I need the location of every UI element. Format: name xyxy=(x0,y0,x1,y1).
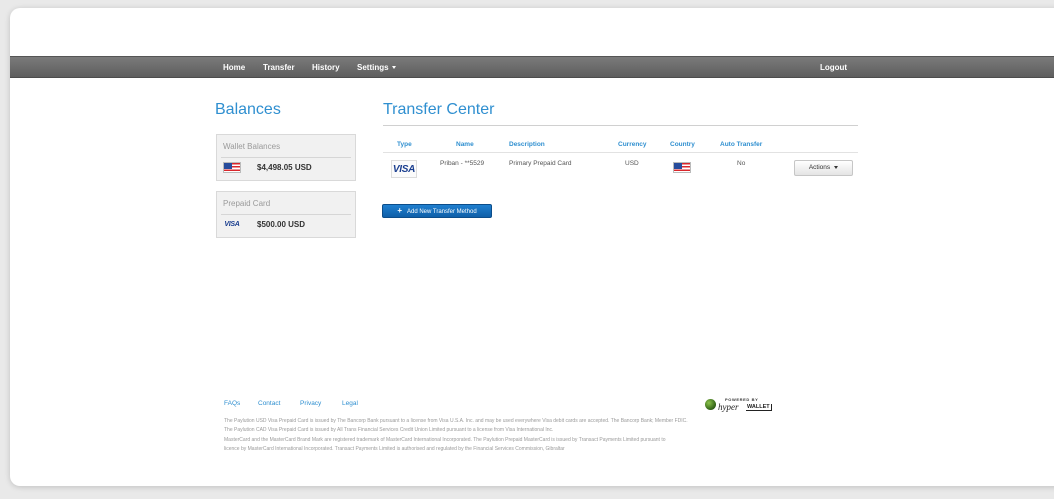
actions-label: Actions xyxy=(808,164,831,171)
transfer-method-currency: USD xyxy=(625,160,639,167)
caret-down-icon xyxy=(834,165,839,169)
plus-icon: + xyxy=(397,206,402,215)
disclaimer-line-3: MasterCard and the MasterCard Brand Mark… xyxy=(224,437,666,443)
column-header-type[interactable]: Type xyxy=(397,141,412,148)
top-navbar: Home Transfer History Settings Logout xyxy=(10,56,1054,78)
disclaimer-line-1: The Paylution USD Visa Prepaid Card is i… xyxy=(224,418,688,424)
prepaid-card-amount: $500.00 USD xyxy=(257,220,306,229)
footer-link-contact[interactable]: Contact xyxy=(258,400,280,407)
divider xyxy=(221,157,351,158)
visa-icon: VISA xyxy=(391,160,417,178)
us-flag-icon xyxy=(673,162,691,173)
column-header-name[interactable]: Name xyxy=(456,141,474,148)
wallet-balances-card: Wallet Balances $4,498.05 USD xyxy=(216,134,356,181)
transfer-center-title: Transfer Center xyxy=(383,101,495,118)
visa-icon: VISA xyxy=(224,221,240,228)
wallet-balances-label: Wallet Balances xyxy=(223,142,281,151)
nav-settings-label: Settings xyxy=(357,63,389,72)
prepaid-card-card: Prepaid Card VISA $500.00 USD xyxy=(216,191,356,238)
wallet-balance-amount: $4,498.05 USD xyxy=(257,163,312,172)
transfer-method-description: Primary Prepaid Card xyxy=(509,160,572,167)
column-header-currency[interactable]: Currency xyxy=(618,141,647,148)
nav-logout[interactable]: Logout xyxy=(820,63,847,72)
nav-home[interactable]: Home xyxy=(223,63,245,72)
logo-hyper: hyper xyxy=(718,402,739,412)
add-new-transfer-method-label: Add New Transfer Method xyxy=(406,209,477,215)
footer-link-faqs[interactable]: FAQs xyxy=(224,400,240,407)
column-header-auto-transfer[interactable]: Auto Transfer xyxy=(720,141,762,148)
us-flag-icon xyxy=(223,162,241,173)
balances-title: Balances xyxy=(215,101,281,118)
transfer-method-auto-transfer: No xyxy=(737,160,746,167)
divider xyxy=(221,214,351,215)
actions-dropdown-button[interactable]: Actions xyxy=(794,160,853,176)
column-header-description[interactable]: Description xyxy=(509,141,545,148)
prepaid-card-label: Prepaid Card xyxy=(223,199,271,208)
add-new-transfer-method-button[interactable]: + Add New Transfer Method xyxy=(382,204,492,218)
browser-window: Home Transfer History Settings Logout Ba… xyxy=(10,8,1054,486)
column-header-country[interactable]: Country xyxy=(670,141,695,148)
hyperwallet-logo: POWERED BY hyper WALLET xyxy=(705,397,775,413)
logo-wallet: WALLET xyxy=(746,404,772,411)
table-header-divider xyxy=(383,152,858,153)
chevron-down-icon xyxy=(391,66,396,70)
footer-link-legal[interactable]: Legal xyxy=(342,400,358,407)
disclaimer-line-4: licence by MasterCard International Inco… xyxy=(224,446,565,452)
hyperwallet-ball-icon xyxy=(705,399,716,410)
footer-link-privacy[interactable]: Privacy xyxy=(300,400,321,407)
transfer-method-name: Priban - **5529 xyxy=(440,160,485,167)
title-divider xyxy=(383,125,858,126)
nav-history[interactable]: History xyxy=(312,63,340,72)
nav-transfer[interactable]: Transfer xyxy=(263,63,295,72)
disclaimer-line-2: The Paylution CAD Visa Prepaid Card is i… xyxy=(224,427,554,433)
nav-settings[interactable]: Settings xyxy=(357,63,396,72)
